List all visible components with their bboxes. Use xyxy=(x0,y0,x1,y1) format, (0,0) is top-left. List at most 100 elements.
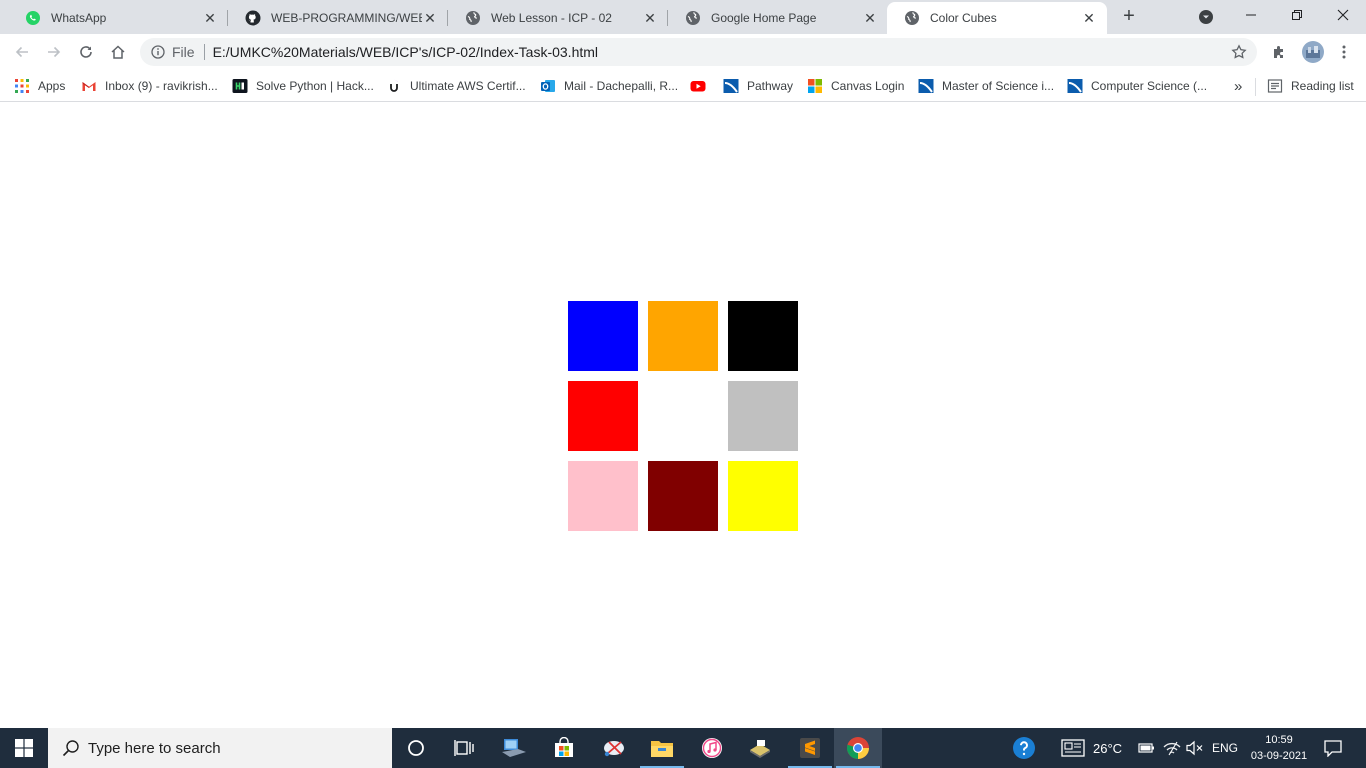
omnibox-divider xyxy=(203,44,205,60)
back-arrow-icon xyxy=(15,46,28,58)
taskbar-search-box[interactable]: Type here to search xyxy=(48,728,392,768)
windows-logo-icon xyxy=(15,739,33,757)
reading-list-label: Reading list xyxy=(1291,79,1354,93)
globe-icon xyxy=(904,10,920,26)
battery-icon[interactable] xyxy=(1138,728,1156,768)
home-button[interactable] xyxy=(106,40,130,64)
close-tab-icon[interactable]: ✕ xyxy=(422,10,438,26)
action-center-icon xyxy=(1324,740,1342,757)
tab-github[interactable]: WEB-PROGRAMMING/WEB-2 ✕ xyxy=(228,2,448,34)
info-icon[interactable] xyxy=(151,45,165,59)
tab-strip: WhatsApp ✕ WEB-PROGRAMMING/WEB-2 ✕ Web L… xyxy=(0,0,1366,34)
tab-color-cubes[interactable]: Color Cubes ✕ xyxy=(887,2,1107,34)
minimize-button[interactable] xyxy=(1228,0,1274,30)
bookmarks-overflow-button[interactable]: » xyxy=(1234,76,1242,96)
bookmark-master-of-science[interactable]: Master of Science i... xyxy=(918,76,1054,96)
globe-icon xyxy=(465,10,481,26)
sublime-text-icon xyxy=(800,738,820,758)
task-view-icon xyxy=(454,740,474,756)
input-language-button[interactable]: ENG xyxy=(1212,728,1238,768)
close-window-button[interactable] xyxy=(1320,0,1366,30)
color-cube xyxy=(568,381,638,451)
bookmark-label: Apps xyxy=(38,79,66,93)
bookmark-pathway[interactable]: Pathway xyxy=(723,76,793,96)
color-cube xyxy=(648,301,718,371)
notifications-button[interactable] xyxy=(1323,728,1343,768)
bookmark-label: Master of Science i... xyxy=(942,79,1055,93)
close-tab-icon[interactable]: ✕ xyxy=(642,10,658,26)
weather-widget[interactable]: 26°C xyxy=(1061,728,1122,768)
address-bar[interactable]: File E:/UMKC%20Materials/WEB/ICP's/ICP-0… xyxy=(140,38,1257,66)
url-text[interactable]: E:/UMKC%20Materials/WEB/ICP's/ICP-02/Ind… xyxy=(213,44,598,60)
bookmark-inbox[interactable]: Inbox (9) - ravikrish... xyxy=(81,76,218,96)
cortana-icon xyxy=(408,740,424,756)
globe-icon xyxy=(685,10,701,26)
bookmark-label: Computer Science (... xyxy=(1091,79,1208,93)
menu-kebab-icon[interactable] xyxy=(1334,42,1354,62)
taskbar-app-itunes[interactable] xyxy=(688,728,736,768)
bookmark-star-icon[interactable] xyxy=(1231,44,1247,60)
close-tab-icon[interactable]: ✕ xyxy=(1081,10,1097,26)
tab-title: Web Lesson - ICP - 02 xyxy=(491,11,612,25)
color-cube xyxy=(728,301,798,371)
hackerrank-icon xyxy=(232,78,248,94)
taskbar-app-file-explorer[interactable] xyxy=(638,728,686,768)
start-button[interactable] xyxy=(0,728,48,768)
pathway-icon xyxy=(918,78,934,94)
home-icon xyxy=(111,45,125,59)
clock-time: 10:59 xyxy=(1265,734,1293,746)
taskbar-app-ebook[interactable] xyxy=(736,728,784,768)
taskbar-app-snipping[interactable] xyxy=(590,728,638,768)
taskbar-app-store[interactable] xyxy=(540,728,588,768)
snipping-tool-icon xyxy=(604,741,624,757)
tab-search-icon[interactable] xyxy=(1198,9,1214,25)
wifi-icon[interactable] xyxy=(1163,728,1181,768)
close-tab-icon[interactable]: ✕ xyxy=(862,10,878,26)
bookmark-apps[interactable]: Apps xyxy=(14,76,65,96)
tab-whatsapp[interactable]: WhatsApp ✕ xyxy=(8,2,228,34)
itunes-icon xyxy=(702,738,722,758)
cortana-button[interactable] xyxy=(392,728,440,768)
taskbar-app-chrome[interactable] xyxy=(834,728,882,768)
tab-title: Google Home Page xyxy=(711,11,817,25)
back-button[interactable] xyxy=(10,40,34,64)
bookmark-canvas-login[interactable]: Canvas Login xyxy=(807,76,904,96)
forward-button[interactable] xyxy=(42,40,66,64)
apps-grid-icon xyxy=(14,78,30,94)
bookmark-youtube[interactable] xyxy=(690,76,706,96)
profile-avatar[interactable] xyxy=(1302,41,1324,63)
bookmark-hackerrank[interactable]: Solve Python | Hack... xyxy=(232,76,374,96)
bookmark-label: Mail - Dachepalli, R... xyxy=(564,79,679,93)
bookmark-label: Canvas Login xyxy=(831,79,905,93)
color-cube xyxy=(568,301,638,371)
pathway-icon xyxy=(1067,78,1083,94)
windows-taskbar: Type here to search 26°C ENG 10:59 03-09… xyxy=(0,728,1366,768)
taskbar-app-scanner[interactable] xyxy=(490,728,538,768)
color-cube xyxy=(728,461,798,531)
bookmark-udemy[interactable]: Ultimate AWS Certif... xyxy=(386,76,526,96)
color-cube xyxy=(728,381,798,451)
tab-web-lesson[interactable]: Web Lesson - ICP - 02 ✕ xyxy=(448,2,668,34)
search-placeholder: Type here to search xyxy=(88,739,221,757)
system-clock[interactable]: 10:59 03-09-2021 xyxy=(1248,732,1310,764)
scheme-label: File xyxy=(172,44,195,60)
taskbar-app-sublime[interactable] xyxy=(786,728,834,768)
color-cube xyxy=(648,381,718,451)
extensions-icon[interactable] xyxy=(1270,42,1290,62)
bookmark-computer-science[interactable]: Computer Science (... xyxy=(1067,76,1207,96)
new-tab-button[interactable]: + xyxy=(1117,5,1141,29)
task-view-button[interactable] xyxy=(440,728,488,768)
whatsapp-icon xyxy=(25,10,41,26)
tab-google-home[interactable]: Google Home Page ✕ xyxy=(668,2,888,34)
bookmark-outlook[interactable]: Mail - Dachepalli, R... xyxy=(540,76,678,96)
bookmark-label: Inbox (9) - ravikrish... xyxy=(105,79,218,93)
bookmark-label: Solve Python | Hack... xyxy=(256,79,374,93)
reading-list-button[interactable]: Reading list xyxy=(1267,76,1354,96)
reload-button[interactable] xyxy=(74,40,98,64)
reading-list-icon xyxy=(1267,78,1283,94)
restore-button[interactable] xyxy=(1274,0,1320,30)
close-tab-icon[interactable]: ✕ xyxy=(202,10,218,26)
help-tray-button[interactable] xyxy=(1012,728,1036,768)
volume-muted-icon[interactable] xyxy=(1186,728,1204,768)
color-cube xyxy=(568,461,638,531)
